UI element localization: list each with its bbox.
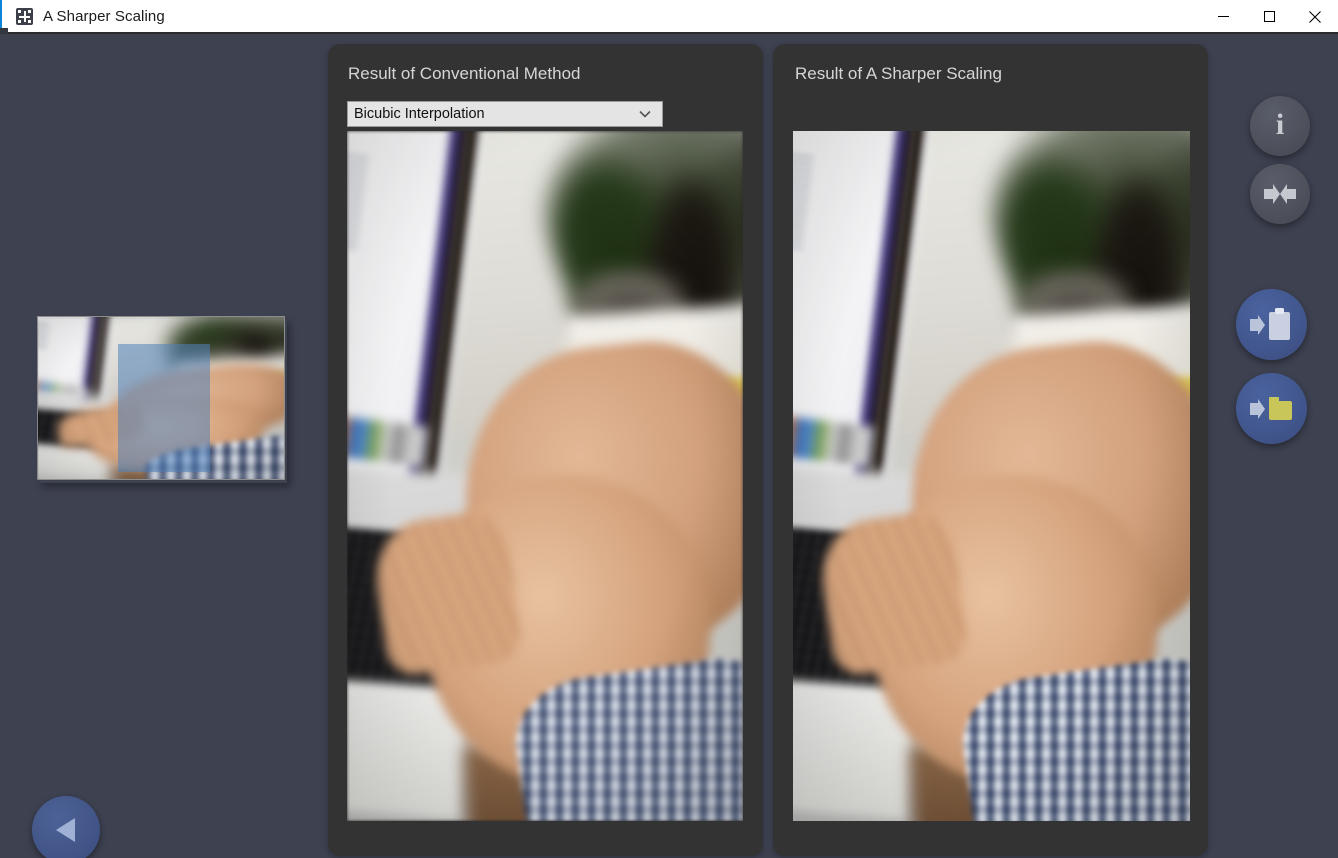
source-thumbnail-image[interactable] xyxy=(37,316,285,480)
minimize-icon[interactable] xyxy=(1200,0,1246,33)
maximize-icon[interactable] xyxy=(1246,0,1292,33)
open-folder-icon xyxy=(1249,396,1292,420)
method-dropdown-value: Bicubic Interpolation xyxy=(354,106,485,122)
window-controls xyxy=(1200,0,1338,33)
info-button[interactable]: i xyxy=(1250,96,1310,156)
method-dropdown[interactable]: Bicubic Interpolation xyxy=(347,101,663,127)
main-content-area: Result of Conventional Method Bicubic In… xyxy=(0,34,1338,858)
paste-clipboard-icon xyxy=(1249,307,1290,340)
window-title: A Sharper Scaling xyxy=(43,8,165,25)
compare-button[interactable] xyxy=(1250,164,1310,224)
info-icon: i xyxy=(1275,108,1285,141)
sharper-panel-title: Result of A Sharper Scaling xyxy=(795,64,1002,83)
application-window: A Sharper Scaling Result of Conventional… xyxy=(0,0,1338,858)
app-move-icon xyxy=(16,8,33,25)
back-triangle-icon xyxy=(56,818,75,842)
crop-selection-rectangle[interactable] xyxy=(118,344,210,472)
sharper-result-panel: Result of A Sharper Scaling xyxy=(773,44,1208,856)
paste-image-button[interactable] xyxy=(1236,289,1307,360)
title-bar: A Sharper Scaling xyxy=(8,0,1338,33)
compare-arrows-icon xyxy=(1264,184,1296,204)
sharper-result-image[interactable] xyxy=(793,131,1190,821)
close-icon[interactable] xyxy=(1292,0,1338,33)
conventional-panel-title: Result of Conventional Method xyxy=(348,64,581,83)
conventional-result-image[interactable] xyxy=(347,131,743,821)
source-thumbnail[interactable] xyxy=(37,316,285,480)
open-file-button[interactable] xyxy=(1236,373,1307,444)
back-button[interactable] xyxy=(32,796,100,858)
chevron-down-icon xyxy=(638,107,652,121)
conventional-result-panel: Result of Conventional Method Bicubic In… xyxy=(328,44,763,856)
